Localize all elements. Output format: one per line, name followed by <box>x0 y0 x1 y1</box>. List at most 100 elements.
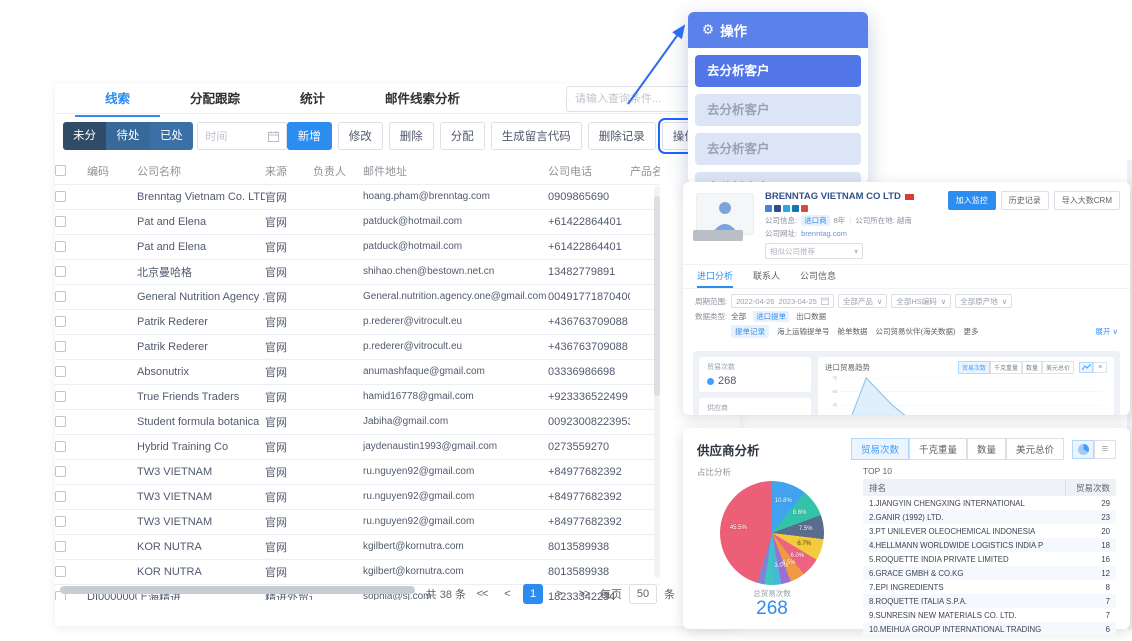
table-row[interactable]: KOR NUTRA官网kgilbert@kornutra.com80135899… <box>55 534 660 559</box>
table-vertical-scrollbar[interactable] <box>654 186 660 578</box>
delete-record-button[interactable]: 删除记录 <box>588 122 656 150</box>
similar-company-select[interactable]: 相似公司推荐 ▾ <box>765 243 863 259</box>
checkbox[interactable] <box>55 366 66 377</box>
add-button[interactable]: 新增 <box>287 122 332 150</box>
popup-item-analyze-customer[interactable]: 去分析客户 <box>695 133 861 165</box>
table-row[interactable]: TW3 VIETNAM官网ru.nguyen92@gmail.com+84977… <box>55 459 660 484</box>
detail-card-tabs: 进口分析 联系人 公司信息 <box>683 265 1130 289</box>
calendar-icon <box>268 131 279 142</box>
checkbox[interactable] <box>55 191 66 202</box>
trend-metric-千克重量[interactable]: 千克重量 <box>990 361 1022 374</box>
first-page-button[interactable]: << <box>473 588 491 600</box>
social-icon[interactable] <box>765 205 772 212</box>
filter-select-1[interactable]: 全部HS编码∨ <box>891 294 951 308</box>
delete-button[interactable]: 删除 <box>389 122 434 150</box>
date-filter[interactable]: 时间 <box>197 122 286 150</box>
table-row[interactable]: Absonutrix官网anumashfaque@gmail.com033369… <box>55 359 660 384</box>
website-link[interactable]: brenntag.com <box>801 229 847 238</box>
checkbox[interactable] <box>55 491 66 502</box>
table-view-toggle[interactable]: ≡ <box>1093 362 1107 373</box>
trend-metric-美元总价[interactable]: 美元总价 <box>1042 361 1074 374</box>
current-page[interactable]: 1 <box>523 584 543 604</box>
checkbox[interactable] <box>55 391 66 402</box>
supplier-metric-数量[interactable]: 数量 <box>967 438 1006 460</box>
line-chart-toggle[interactable] <box>1079 362 1093 373</box>
tab-分配跟踪[interactable]: 分配跟踪 <box>160 84 270 117</box>
social-icon[interactable] <box>801 205 808 212</box>
table-row[interactable]: Patrik Rederer官网p.rederer@vitrocult.eu+4… <box>55 309 660 334</box>
data-chip-公司贸易伙伴(海关数据)[interactable]: 公司贸易伙伴(海关数据) <box>876 326 956 337</box>
checkbox[interactable] <box>55 416 66 427</box>
data-chip-更多[interactable]: 更多 <box>964 326 979 337</box>
table-row[interactable]: Pat and Elena官网patduck@hotmail.com+61422… <box>55 234 660 259</box>
data-type-出口数据[interactable]: 出口数据 <box>796 311 826 322</box>
supplier-metric-千克重量[interactable]: 千克重量 <box>909 438 967 460</box>
detail-tab-进口分析[interactable]: 进口分析 <box>697 269 733 288</box>
detail-action-0[interactable]: 加入监控 <box>948 191 996 210</box>
segment-待处理[interactable]: 待处理 <box>106 122 149 150</box>
table-row[interactable]: 北京曼哈格官网shihao.chen@bestown.net.cn1348277… <box>55 259 660 284</box>
checkbox[interactable] <box>55 291 66 302</box>
detail-tab-公司信息[interactable]: 公司信息 <box>800 269 836 288</box>
date-range-picker[interactable]: 2022-04-26 2023-04-25 <box>731 294 834 308</box>
trend-metric-贸易次数[interactable]: 贸易次数 <box>958 361 990 374</box>
list-view-toggle[interactable]: ≡ <box>1094 440 1116 459</box>
detail-action-1[interactable]: 历史记录 <box>1001 191 1049 210</box>
checkbox[interactable] <box>55 516 66 527</box>
data-chip-舱单数据[interactable]: 舱单数据 <box>838 326 868 337</box>
social-icon[interactable] <box>774 205 781 212</box>
table-row[interactable]: Brenntag Vietnam Co. LTD官网hoang.pham@bre… <box>55 184 660 209</box>
edit-button[interactable]: 修改 <box>338 122 383 150</box>
table-row[interactable]: Patrik Rederer官网p.rederer@vitrocult.eu+4… <box>55 334 660 359</box>
segment-已处理[interactable]: 已处理 <box>150 122 193 150</box>
assign-button[interactable]: 分配 <box>440 122 485 150</box>
checkbox[interactable] <box>55 241 66 252</box>
page-size-input[interactable]: 50 <box>629 584 657 604</box>
trend-metric-数量[interactable]: 数量 <box>1022 361 1042 374</box>
expand-toggle[interactable]: 展开 ∨ <box>1095 326 1118 337</box>
table-row[interactable]: TW3 VIETNAM官网ru.nguyen92@gmail.com+84977… <box>55 509 660 534</box>
social-icon[interactable] <box>792 205 799 212</box>
checkbox[interactable] <box>55 266 66 277</box>
table-row[interactable]: True Friends Traders官网hamid16778@gmail.c… <box>55 384 660 409</box>
checkbox[interactable] <box>55 341 66 352</box>
segment-未分配[interactable]: 未分配 <box>63 122 106 150</box>
pie-chart-toggle[interactable] <box>1072 440 1094 459</box>
tab-线索[interactable]: 线索 <box>75 84 160 117</box>
detail-tab-联系人[interactable]: 联系人 <box>753 269 780 288</box>
checkbox[interactable] <box>55 441 66 452</box>
checkbox[interactable] <box>55 216 66 227</box>
table-row[interactable]: Pat and Elena官网patduck@hotmail.com+61422… <box>55 209 660 234</box>
social-icon[interactable] <box>783 205 790 212</box>
filter-select-2[interactable]: 全部原产地∨ <box>955 294 1012 308</box>
data-chip-提单记录[interactable]: 提单记录 <box>731 325 769 338</box>
checkbox[interactable] <box>55 541 66 552</box>
table-row[interactable]: General Nutrition Agency ...官网General.nu… <box>55 284 660 309</box>
table-row[interactable]: Hybrid Training Co官网jaydenaustin1993@gma… <box>55 434 660 459</box>
select-all-checkbox[interactable] <box>55 158 87 184</box>
data-chip-海上运输提单号[interactable]: 海上运输提单号 <box>777 326 830 337</box>
supplier-metric-美元总价[interactable]: 美元总价 <box>1006 438 1064 460</box>
table-row[interactable]: Student formula botanica官网Jabiha@gmail.c… <box>55 409 660 434</box>
prev-page-button[interactable]: < <box>498 588 516 600</box>
popup-item-analyze-customer[interactable]: 去分析客户 <box>695 94 861 126</box>
checkbox[interactable] <box>55 566 66 577</box>
next-page-button[interactable]: > <box>550 588 568 600</box>
detail-action-2[interactable]: 导入大数CRM <box>1054 191 1120 210</box>
checkbox[interactable] <box>55 165 66 176</box>
supplier-metric-贸易次数[interactable]: 贸易次数 <box>851 438 909 460</box>
data-type-进口提单[interactable]: 进口提单 <box>753 311 789 322</box>
checkbox[interactable] <box>55 466 66 477</box>
generate-code-button[interactable]: 生成留言代码 <box>491 122 582 150</box>
company-name: BRENNTAG VIETNAM CO LTD <box>765 191 901 202</box>
data-type-全部[interactable]: 全部 <box>731 311 746 322</box>
table-row[interactable]: KOR NUTRA官网kgilbert@kornutra.com80135899… <box>55 559 660 584</box>
company-header: BRENNTAG VIETNAM CO LTD 公司信息: 进口商 8年 | 公… <box>683 182 1130 265</box>
filter-select-0[interactable]: 全部产品∨ <box>838 294 888 308</box>
last-page-button[interactable]: >> <box>575 588 593 600</box>
popup-item-analyze-customer[interactable]: 去分析客户 <box>695 55 861 87</box>
tab-邮件线索分析[interactable]: 邮件线索分析 <box>355 84 490 117</box>
table-row[interactable]: TW3 VIETNAM官网ru.nguyen92@gmail.com+84977… <box>55 484 660 509</box>
checkbox[interactable] <box>55 316 66 327</box>
tab-统计[interactable]: 统计 <box>270 84 355 117</box>
